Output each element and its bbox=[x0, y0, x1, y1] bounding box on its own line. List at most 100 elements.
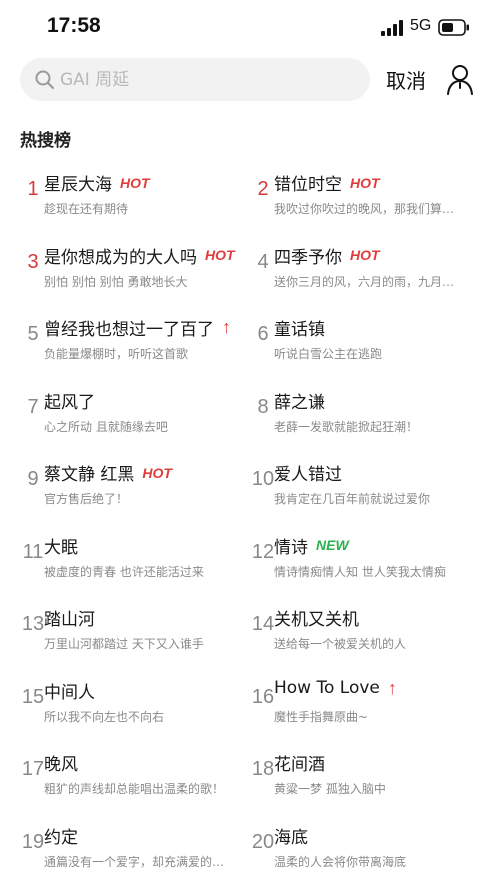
status-time: 17:58 bbox=[47, 14, 101, 37]
search-box[interactable] bbox=[20, 58, 370, 101]
ranking-item[interactable]: 1 星辰大海 HOT 趁现在还有期待 bbox=[18, 162, 248, 222]
ranking-item[interactable]: 13 踏山河 万里山河都踏过 天下又入谁手 bbox=[18, 597, 248, 657]
rank-title-row: 曾经我也想过一了百了 ↑ bbox=[44, 315, 231, 340]
rank-title-row: 大眠 bbox=[44, 533, 78, 558]
rank-title: 海底 bbox=[274, 827, 308, 848]
rank-title: 中间人 bbox=[44, 682, 95, 703]
rank-description: 通篇没有一个爱字，却充满爱的… bbox=[44, 854, 225, 869]
rank-description: 官方售后绝了！ bbox=[44, 492, 129, 506]
trend-up-icon: ↑ bbox=[222, 317, 231, 337]
ranking-item[interactable]: 8 薛之谦 老薛一发歌就能掀起狂潮！ bbox=[248, 380, 478, 440]
rank-description: 魔性手指舞原曲~ bbox=[274, 709, 369, 724]
rank-title: 错位时空 bbox=[274, 175, 342, 195]
ranking-item[interactable]: 17 晚风 粗犷的声线却总能唱出温柔的歌！ bbox=[18, 742, 248, 802]
ranking-item[interactable]: 11 大眠 被虚度的青春 也许还能活过来 bbox=[18, 525, 248, 585]
rank-description: 温柔的人会将你带离海底 bbox=[274, 854, 407, 869]
rank-title-row: 薛之谦 bbox=[274, 388, 325, 413]
rank-title-row: 踏山河 bbox=[44, 605, 95, 630]
hot-badge: HOT bbox=[142, 464, 172, 481]
rank-description: 负能量爆棚时，听听这首歌 bbox=[44, 347, 189, 361]
rank-title-row: 错位时空 HOT bbox=[274, 170, 380, 196]
ranking-item[interactable]: 6 童话镇 听说白雪公主在逃跑 bbox=[248, 307, 478, 367]
ranking-item[interactable]: 9 蔡文静 红黑 HOT 官方售后绝了！ bbox=[18, 452, 248, 512]
section-title: 热搜榜 bbox=[20, 131, 71, 151]
rank-title-row: 约定 bbox=[44, 823, 78, 848]
rank-title-row: 蔡文静 红黑 HOT bbox=[44, 460, 172, 486]
hot-badge: HOT bbox=[205, 247, 235, 263]
new-badge: NEW bbox=[316, 537, 349, 553]
rank-title: 童话镇 bbox=[274, 320, 325, 340]
rank-title: 关机又关机 bbox=[274, 610, 359, 630]
trend-up-icon: ↑ bbox=[387, 677, 397, 698]
ranking-item[interactable]: 18 花间酒 黄粱一梦 孤独入脑中 bbox=[248, 742, 478, 802]
rank-title-row: 爱人错过 bbox=[274, 460, 342, 485]
user-icon[interactable] bbox=[446, 63, 474, 95]
search-bar: 取消 bbox=[0, 56, 500, 106]
rank-title-row: 四季予你 HOT bbox=[274, 243, 380, 268]
rank-title: 情诗 bbox=[274, 537, 308, 558]
ranking-item[interactable]: 10 爱人错过 我肯定在几百年前就说过爱你 bbox=[248, 452, 478, 512]
rank-title-row: 童话镇 bbox=[274, 315, 325, 340]
rank-title-row: 关机又关机 bbox=[274, 605, 359, 630]
rank-title: How To Love bbox=[274, 678, 380, 698]
ranking-item[interactable]: 16 How To Love ↑ 魔性手指舞原曲~ bbox=[248, 670, 478, 730]
rank-description: 送给每一个被爱关机的人 bbox=[274, 637, 407, 651]
ranking-item[interactable]: 12 情诗 NEW 情诗情痴情人知 世人笑我太情痴 bbox=[248, 525, 478, 585]
rank-title: 大眠 bbox=[44, 537, 78, 558]
rank-description: 我肯定在几百年前就说过爱你 bbox=[274, 492, 431, 506]
rank-title: 四季予你 bbox=[274, 247, 342, 268]
rank-title: 星辰大海 bbox=[44, 175, 112, 195]
ranking-item[interactable]: 3 是你想成为的大人吗 HOT 别怕 别怕 别怕 勇敢地长大 bbox=[18, 235, 248, 295]
hot-badge: HOT bbox=[350, 174, 380, 191]
rank-title: 花间酒 bbox=[274, 755, 325, 775]
rank-title-row: 海底 bbox=[274, 823, 308, 848]
rank-description: 黄粱一梦 孤独入脑中 bbox=[274, 782, 386, 796]
rank-title-row: 花间酒 bbox=[274, 750, 325, 775]
ranking-item[interactable]: 15 中间人 所以我不向左也不向右 bbox=[18, 670, 248, 730]
rank-title-row: 中间人 bbox=[44, 678, 95, 703]
rank-title: 踏山河 bbox=[44, 610, 95, 630]
ranking-item[interactable]: 19 约定 通篇没有一个爱字，却充满爱的… bbox=[18, 815, 248, 875]
rank-description: 听说白雪公主在逃跑 bbox=[274, 347, 383, 361]
rank-title-row: How To Love ↑ bbox=[274, 678, 397, 699]
rank-title-row: 星辰大海 HOT bbox=[44, 170, 150, 196]
status-bar: 17:58 5G bbox=[0, 0, 500, 56]
rank-title: 约定 bbox=[44, 827, 78, 848]
rank-description: 送你三月的风，六月的雨，九月… bbox=[274, 274, 455, 289]
network-label: 5G bbox=[410, 17, 432, 34]
rank-title-row: 起风了 bbox=[44, 388, 95, 413]
ranking-item[interactable]: 14 关机又关机 送给每一个被爱关机的人 bbox=[248, 597, 478, 657]
rank-title: 曾经我也想过一了百了 bbox=[44, 320, 214, 340]
search-input[interactable] bbox=[60, 58, 360, 101]
rank-title-row: 晚风 bbox=[44, 750, 78, 775]
ranking-item[interactable]: 4 四季予你 HOT 送你三月的风，六月的雨，九月… bbox=[248, 235, 478, 295]
rank-title-row: 情诗 NEW bbox=[274, 533, 349, 558]
rank-description: 情诗情痴情人知 世人笑我太情痴 bbox=[274, 564, 446, 579]
rank-description: 被虚度的青春 也许还能活过来 bbox=[44, 564, 204, 579]
rank-description: 我吹过你吹过的晚风，那我们算… bbox=[274, 202, 455, 216]
rank-title: 是你想成为的大人吗 bbox=[44, 247, 197, 268]
search-icon bbox=[35, 70, 54, 89]
hot-badge: HOT bbox=[120, 174, 150, 191]
cancel-button[interactable]: 取消 bbox=[386, 65, 426, 94]
ranking-item[interactable]: 5 曾经我也想过一了百了 ↑ 负能量爆棚时，听听这首歌 bbox=[18, 307, 248, 367]
rank-description: 趁现在还有期待 bbox=[44, 202, 129, 216]
rank-description: 别怕 别怕 别怕 勇敢地长大 bbox=[44, 274, 188, 289]
rank-title: 爱人错过 bbox=[274, 465, 342, 485]
rank-title: 蔡文静 红黑 bbox=[44, 465, 135, 485]
signal-icon bbox=[381, 20, 403, 36]
ranking-item[interactable]: 2 错位时空 HOT 我吹过你吹过的晚风，那我们算… bbox=[248, 162, 478, 222]
rank-title-row: 是你想成为的大人吗 HOT bbox=[44, 243, 235, 268]
hot-badge: HOT bbox=[350, 247, 380, 263]
ranking-item[interactable]: 7 起风了 心之所动 且就随缘去吧 bbox=[18, 380, 248, 440]
rank-description: 老薛一发歌就能掀起狂潮！ bbox=[274, 419, 419, 434]
rank-description: 粗犷的声线却总能唱出温柔的歌！ bbox=[44, 782, 225, 796]
rank-title: 晚风 bbox=[44, 755, 78, 775]
rank-description: 所以我不向左也不向右 bbox=[44, 709, 165, 724]
rank-description: 万里山河都踏过 天下又入谁手 bbox=[44, 637, 204, 651]
rank-title: 薛之谦 bbox=[274, 392, 325, 413]
rank-title: 起风了 bbox=[44, 392, 95, 413]
battery-icon bbox=[438, 19, 469, 36]
ranking-item[interactable]: 20 海底 温柔的人会将你带离海底 bbox=[248, 815, 478, 875]
rank-description: 心之所动 且就随缘去吧 bbox=[44, 419, 168, 434]
